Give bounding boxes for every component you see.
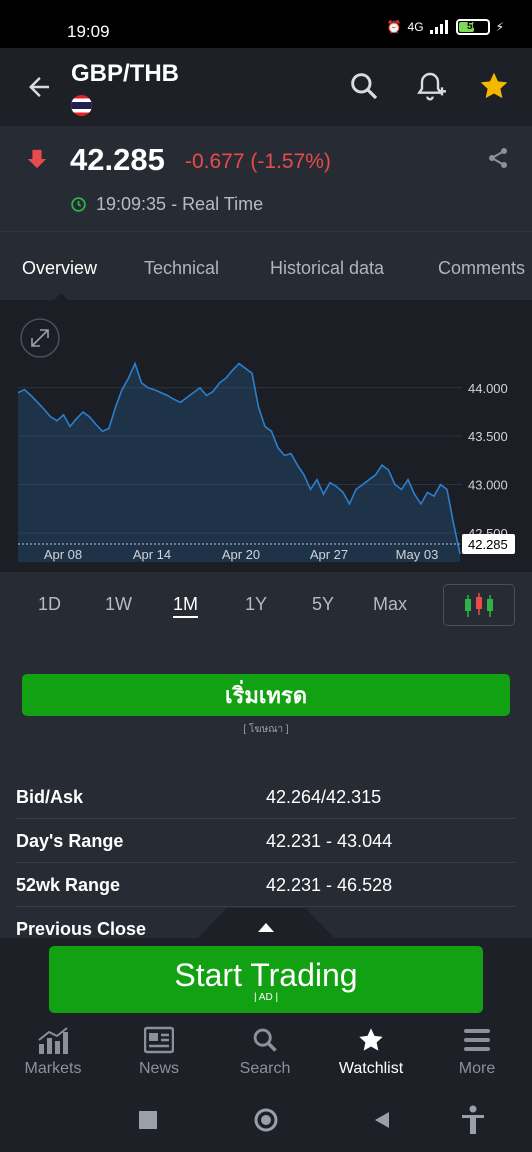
chart-area <box>18 363 460 562</box>
tab-bar: Overview Technical Historical data Comme… <box>0 232 532 300</box>
recent-apps-icon[interactable] <box>139 1111 157 1129</box>
nav-label: Markets <box>24 1060 82 1077</box>
start-trade-ad-button[interactable]: เริ่มเทรด <box>22 674 510 716</box>
charging-icon: ⚡ <box>495 20 504 34</box>
expand-icon <box>31 329 49 347</box>
news-icon <box>144 1026 174 1054</box>
quote-timestamp: 19:09:35 - Real Time <box>96 194 264 214</box>
stat-row-days-range: Day's Range 42.231 - 43.044 <box>16 820 516 863</box>
search-icon <box>253 1028 277 1052</box>
app-header: GBP/THB <box>0 48 532 126</box>
stat-value: 42.264/42.315 <box>266 787 382 807</box>
clock-icon <box>71 197 86 212</box>
network-label: 4G <box>407 20 424 34</box>
x-tick-label: May 03 <box>396 547 439 562</box>
candlestick-icon <box>465 593 493 617</box>
status-bar: 19:09 ⏰ 4G 50 ⚡ <box>0 0 532 48</box>
status-icons: ⏰ 4G 50 ⚡ <box>387 19 504 35</box>
markets-icon <box>38 1027 68 1054</box>
alarm-icon: ⏰ <box>386 20 402 34</box>
page-title: GBP/THB <box>71 60 179 87</box>
x-tick-label: Apr 20 <box>222 547 260 562</box>
back-arrow-icon[interactable] <box>24 72 54 102</box>
home-icon[interactable] <box>253 1107 279 1133</box>
search-icon[interactable] <box>348 70 380 102</box>
star-favorite-icon[interactable] <box>478 70 510 102</box>
start-trading-button[interactable]: Start Trading | AD | <box>49 946 483 1013</box>
signal-icon <box>429 20 448 34</box>
x-tick-label: Apr 08 <box>44 547 82 562</box>
tab-technical[interactable]: Technical <box>144 258 219 279</box>
nav-label: News <box>138 1060 179 1077</box>
x-tick-label: Apr 27 <box>310 547 348 562</box>
y-tick-label: 43.500 <box>468 429 508 444</box>
active-tab-indicator <box>54 293 68 300</box>
price-change: -0.677 (-1.57%) <box>185 150 331 173</box>
range-1m[interactable]: 1M <box>173 594 199 618</box>
start-trading-label: Start Trading <box>174 956 358 993</box>
range-max[interactable]: Max <box>373 594 407 615</box>
stat-row-52wk-range: 52wk Range 42.231 - 46.528 <box>16 864 516 907</box>
nav-label: More <box>458 1060 496 1077</box>
tab-comments[interactable]: Comments <box>438 258 525 279</box>
stat-label: Bid/Ask <box>16 787 84 807</box>
range-1d[interactable]: 1D <box>38 594 61 615</box>
accessibility-icon[interactable] <box>460 1105 486 1135</box>
nav-news[interactable]: News <box>106 1024 212 1084</box>
nav-markets[interactable]: Markets <box>0 1024 106 1084</box>
range-5y[interactable]: 5Y <box>312 594 334 615</box>
stat-value: 42.231 - 43.044 <box>266 831 393 851</box>
stat-row-bid-ask: Bid/Ask 42.264/42.315 <box>16 776 516 819</box>
nav-search[interactable]: Search <box>212 1024 318 1084</box>
chart-svg: 44.00043.50043.00042.500 Apr 08 Apr 14 Apr… <box>17 318 515 562</box>
ad-label: [ โฆษณา ] <box>243 724 289 735</box>
last-price: 42.285 <box>70 142 165 177</box>
thailand-flag-icon <box>71 95 92 116</box>
range-1y[interactable]: 1Y <box>245 594 267 615</box>
status-time: 19:09 <box>67 22 110 41</box>
quote-panel: 42.285 -0.677 (-1.57%) 19:09:35 - Real T… <box>0 126 532 232</box>
nav-label: Watchlist <box>338 1060 404 1077</box>
stat-label: 52wk Range <box>16 875 121 895</box>
candlestick-toggle-button[interactable] <box>443 584 515 626</box>
stat-label: Day's Range <box>16 831 124 851</box>
range-1w[interactable]: 1W <box>105 594 132 615</box>
nav-more[interactable]: More <box>424 1024 530 1084</box>
tab-historical-data[interactable]: Historical data <box>270 258 384 279</box>
tab-overview[interactable]: Overview <box>22 258 97 279</box>
last-price-label: 42.285 <box>468 537 508 552</box>
stat-value: 42.231 - 46.528 <box>266 875 393 895</box>
chevron-up-icon <box>258 923 274 932</box>
y-tick-label: 44.000 <box>468 381 508 396</box>
star-icon <box>359 1028 383 1051</box>
down-arrow-icon <box>27 149 47 169</box>
add-alert-bell-icon[interactable] <box>414 70 446 102</box>
y-tick-label: 43.000 <box>468 478 508 493</box>
battery-icon: 50 <box>455 19 490 35</box>
price-chart: 44.000 43.500 43.000 42.500 Apr 08 Apr 14 Apr… <box>0 300 532 572</box>
menu-icon <box>464 1029 490 1051</box>
nav-watchlist[interactable]: Watchlist <box>318 1024 424 1084</box>
share-icon[interactable] <box>486 146 510 170</box>
cta-ad-tag: | AD | <box>253 991 279 1003</box>
nav-label: Search <box>239 1060 291 1077</box>
x-tick-label: Apr 14 <box>133 547 171 562</box>
back-nav-icon[interactable] <box>373 1111 391 1129</box>
stat-label: Previous Close <box>16 919 147 939</box>
time-range-selector: 1D 1W 1M 1Y 5Y Max <box>0 578 532 634</box>
